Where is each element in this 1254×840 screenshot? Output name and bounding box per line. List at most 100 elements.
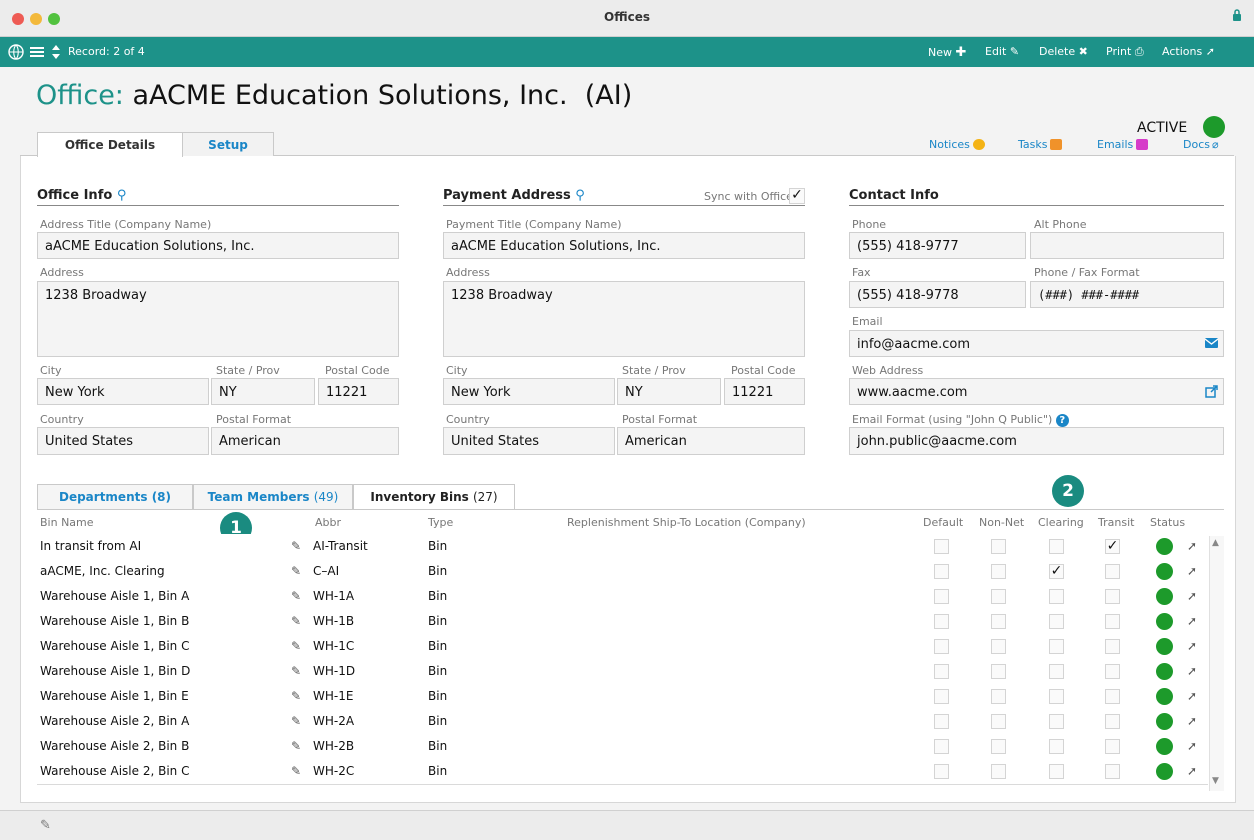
- payment-title-field[interactable]: aACME Education Solutions, Inc.: [443, 232, 805, 259]
- transit-checkbox[interactable]: [1105, 714, 1120, 729]
- city-field[interactable]: New York: [37, 378, 209, 405]
- non-net-checkbox[interactable]: [991, 614, 1006, 629]
- open-record-icon[interactable]: ➚: [1187, 664, 1197, 678]
- record-stepper-icon[interactable]: [51, 44, 61, 60]
- phone-format-field[interactable]: (###) ###-####: [1030, 281, 1224, 308]
- clearing-checkbox[interactable]: [1049, 539, 1064, 554]
- pin-icon[interactable]: ✎: [291, 714, 301, 728]
- status-active-dot[interactable]: [1156, 563, 1173, 580]
- open-record-icon[interactable]: ➚: [1187, 764, 1197, 778]
- pin-icon[interactable]: ✎: [291, 664, 301, 678]
- edit-button[interactable]: Edit ✎: [985, 45, 1019, 58]
- table-row[interactable]: Warehouse Aisle 2, Bin A ✎ WH-2A Bin ➚: [37, 709, 1208, 735]
- pin-icon[interactable]: ✎: [291, 739, 301, 753]
- tab-office-details[interactable]: Office Details: [37, 132, 183, 157]
- pin-icon[interactable]: ✎: [291, 589, 301, 603]
- default-checkbox[interactable]: [934, 764, 949, 779]
- open-record-icon[interactable]: ➚: [1187, 589, 1197, 603]
- pin-icon[interactable]: ✎: [291, 539, 301, 553]
- non-net-checkbox[interactable]: [991, 639, 1006, 654]
- clearing-checkbox[interactable]: [1049, 739, 1064, 754]
- transit-checkbox[interactable]: [1105, 639, 1120, 654]
- open-record-icon[interactable]: ➚: [1187, 639, 1197, 653]
- payment-postal-field[interactable]: 11221: [724, 378, 805, 405]
- table-row[interactable]: Warehouse Aisle 1, Bin C ✎ WH-1C Bin ➚: [37, 634, 1208, 660]
- pin-icon[interactable]: ✎: [291, 614, 301, 628]
- status-indicator[interactable]: [1203, 116, 1225, 138]
- clearing-checkbox[interactable]: [1049, 639, 1064, 654]
- table-row[interactable]: aACME, Inc. Clearing ✎ C–AI Bin ✓ ➚: [37, 559, 1208, 585]
- table-row[interactable]: Warehouse Aisle 1, Bin E ✎ WH-1E Bin ➚: [37, 684, 1208, 710]
- pin-icon[interactable]: ✎: [40, 818, 51, 833]
- status-active-dot[interactable]: [1156, 713, 1173, 730]
- table-row[interactable]: Warehouse Aisle 1, Bin A ✎ WH-1A Bin ➚: [37, 584, 1208, 610]
- col-replenishment[interactable]: Replenishment Ship-To Location (Company): [567, 516, 806, 529]
- non-net-checkbox[interactable]: [991, 539, 1006, 554]
- print-button[interactable]: Print ⎙: [1106, 45, 1144, 59]
- status-active-dot[interactable]: [1156, 613, 1173, 630]
- col-transit[interactable]: Transit: [1098, 516, 1134, 529]
- col-type[interactable]: Type: [428, 516, 453, 529]
- default-checkbox[interactable]: [934, 739, 949, 754]
- email-field[interactable]: info@aacme.com: [849, 330, 1224, 357]
- open-record-icon[interactable]: ➚: [1187, 539, 1197, 553]
- status-active-dot[interactable]: [1156, 588, 1173, 605]
- postal-format-field[interactable]: American: [211, 427, 399, 455]
- alt-phone-field[interactable]: [1030, 232, 1224, 259]
- globe-icon[interactable]: [8, 44, 24, 60]
- table-row[interactable]: Warehouse Aisle 2, Bin B ✎ WH-2B Bin ➚: [37, 734, 1208, 760]
- new-button[interactable]: New ✚: [928, 45, 966, 60]
- payment-country-field[interactable]: United States: [443, 427, 615, 455]
- col-clearing[interactable]: Clearing: [1038, 516, 1084, 529]
- email-format-field[interactable]: john.public@aacme.com: [849, 427, 1224, 455]
- help-icon[interactable]: ?: [1055, 414, 1069, 427]
- non-net-checkbox[interactable]: [991, 689, 1006, 704]
- fax-field[interactable]: (555) 418-9778: [849, 281, 1026, 308]
- status-active-dot[interactable]: [1156, 763, 1173, 780]
- transit-checkbox[interactable]: [1105, 614, 1120, 629]
- scroll-down-icon[interactable]: ▼: [1212, 776, 1219, 786]
- table-row[interactable]: Warehouse Aisle 2, Bin C ✎ WH-2C Bin ➚: [37, 759, 1208, 785]
- transit-checkbox[interactable]: [1105, 564, 1120, 579]
- tab-team-members[interactable]: Team Members (49): [193, 484, 353, 509]
- transit-checkbox[interactable]: [1105, 689, 1120, 704]
- transit-checkbox[interactable]: [1105, 764, 1120, 779]
- notices-link[interactable]: Notices: [929, 138, 985, 151]
- open-record-icon[interactable]: ➚: [1187, 739, 1197, 753]
- actions-button[interactable]: Actions ➚: [1162, 45, 1215, 58]
- open-record-icon[interactable]: ➚: [1187, 689, 1197, 703]
- open-record-icon[interactable]: ➚: [1187, 614, 1197, 628]
- col-default[interactable]: Default: [923, 516, 963, 529]
- open-link-icon[interactable]: [1205, 385, 1218, 398]
- non-net-checkbox[interactable]: [991, 589, 1006, 604]
- clearing-checkbox[interactable]: [1049, 614, 1064, 629]
- address-title-field[interactable]: aACME Education Solutions, Inc.: [37, 232, 399, 259]
- sync-checkbox[interactable]: ✓: [789, 188, 805, 204]
- emails-link[interactable]: Emails: [1097, 138, 1149, 151]
- pin-icon[interactable]: ✎: [291, 564, 301, 578]
- open-record-icon[interactable]: ➚: [1187, 564, 1197, 578]
- send-email-icon[interactable]: [1205, 338, 1218, 348]
- non-net-checkbox[interactable]: [991, 714, 1006, 729]
- default-checkbox[interactable]: [934, 614, 949, 629]
- table-row[interactable]: Warehouse Aisle 1, Bin B ✎ WH-1B Bin ➚: [37, 609, 1208, 635]
- transit-checkbox[interactable]: ✓: [1105, 539, 1120, 554]
- status-active-dot[interactable]: [1156, 638, 1173, 655]
- default-checkbox[interactable]: [934, 564, 949, 579]
- scroll-up-icon[interactable]: ▲: [1212, 538, 1219, 548]
- payment-state-field[interactable]: NY: [617, 378, 721, 405]
- col-status[interactable]: Status: [1150, 516, 1185, 529]
- tasks-link[interactable]: Tasks: [1018, 138, 1063, 151]
- table-row[interactable]: In transit from AI ✎ AI-Transit Bin ✓ ➚: [37, 534, 1208, 560]
- default-checkbox[interactable]: [934, 539, 949, 554]
- pin-icon[interactable]: ✎: [291, 639, 301, 653]
- address-field[interactable]: 1238 Broadway: [37, 281, 399, 357]
- status-active-dot[interactable]: [1156, 738, 1173, 755]
- status-active-dot[interactable]: [1156, 663, 1173, 680]
- clearing-checkbox[interactable]: [1049, 764, 1064, 779]
- postal-code-field[interactable]: 11221: [318, 378, 399, 405]
- docs-link[interactable]: Docs ⌀: [1183, 138, 1219, 151]
- payment-address-field[interactable]: 1238 Broadway: [443, 281, 805, 357]
- col-non-net[interactable]: Non-Net: [979, 516, 1024, 529]
- tab-departments[interactable]: Departments (8): [37, 484, 193, 509]
